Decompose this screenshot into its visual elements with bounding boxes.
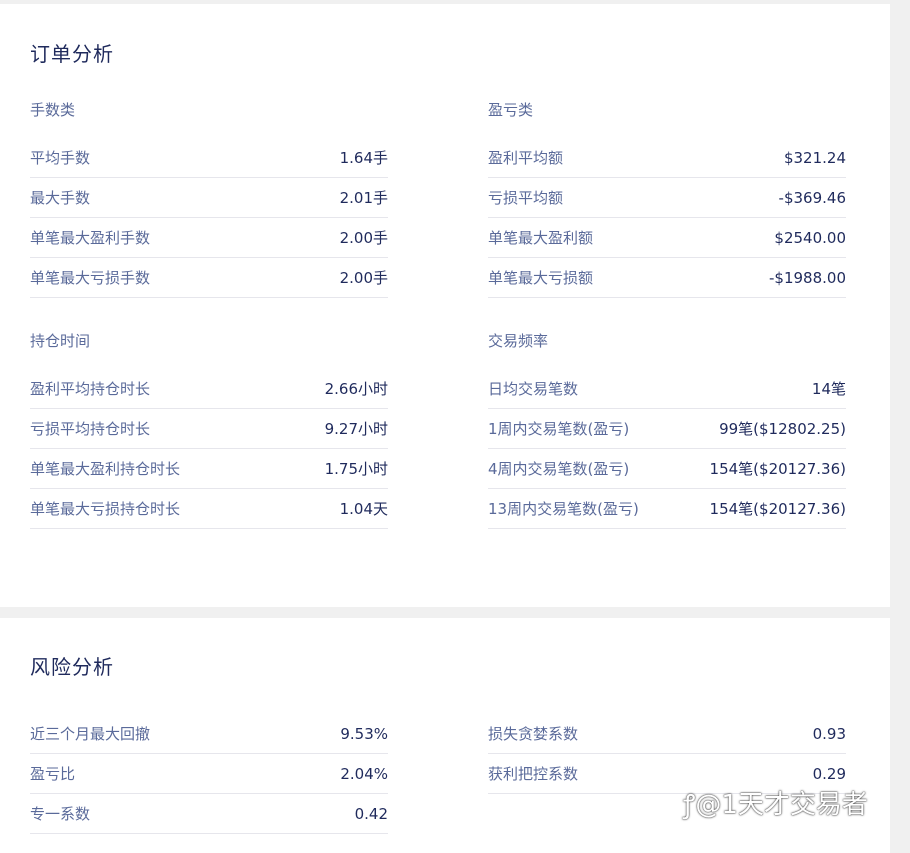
risk-left-list: 近三个月最大回撤 9.53% 盈亏比 2.04% 专一系数 0.42	[30, 714, 388, 834]
lots-section-title: 手数类	[30, 101, 76, 119]
stat-value: 99笔($12802.25)	[719, 420, 846, 438]
stat-value: 0.42	[354, 804, 388, 823]
stat-value: -$1988.00	[769, 268, 846, 287]
stat-row: 单笔最大亏损持仓时长 1.04天	[30, 489, 388, 529]
stat-value: 1.04天	[339, 500, 388, 518]
stat-label: 近三个月最大回撤	[30, 725, 151, 743]
watermark: ꝭ@1天才交易者	[683, 784, 868, 821]
stat-row: 单笔最大盈利额 $2540.00	[488, 218, 846, 258]
stat-row: 亏损平均持仓时长 9.27小时	[30, 409, 388, 449]
stat-row: 盈亏比 2.04%	[30, 754, 388, 794]
stat-row: 13周内交易笔数(盈亏) 154笔($20127.36)	[488, 489, 846, 529]
stat-value: 1.75小时	[324, 460, 388, 478]
stat-label: 日均交易笔数	[488, 380, 579, 398]
stat-row: 单笔最大盈利手数 2.00手	[30, 218, 388, 258]
stat-value: 0.93	[812, 724, 846, 743]
stat-label: 亏损平均持仓时长	[30, 420, 151, 438]
stat-row: 单笔最大亏损额 -$1988.00	[488, 258, 846, 298]
holding-time-section: 持仓时间 盈利平均持仓时长 2.66小时 亏损平均持仓时长 9.27小时 单笔最…	[30, 331, 388, 529]
stat-value: 14笔	[811, 380, 846, 398]
stat-label: 最大手数	[30, 189, 91, 207]
stat-row: 1周内交易笔数(盈亏) 99笔($12802.25)	[488, 409, 846, 449]
stat-row: 4周内交易笔数(盈亏) 154笔($20127.36)	[488, 449, 846, 489]
order-analysis-card: 订单分析 手数类 平均手数 1.64手 最大手数 2.01手 单笔最大盈利手数 …	[0, 4, 890, 607]
stat-label: 专一系数	[30, 805, 91, 823]
holding-time-section-title: 持仓时间	[30, 332, 91, 350]
stat-value: 9.27小时	[324, 420, 388, 438]
watermark-text: @1天才交易者	[695, 790, 868, 820]
stat-label: 盈利平均额	[488, 149, 564, 167]
stat-label: 单笔最大亏损手数	[30, 269, 151, 287]
stat-row: 日均交易笔数 14笔	[488, 369, 846, 409]
stat-value: 9.53%	[340, 724, 388, 743]
stat-row: 盈利平均额 $321.24	[488, 138, 846, 178]
risk-right-list: 损失贪婪系数 0.93 获利把控系数 0.29	[488, 714, 846, 794]
stat-label: 盈亏比	[30, 765, 76, 783]
watermark-logo-icon: ꝭ	[683, 790, 696, 820]
stat-row: 单笔最大亏损手数 2.00手	[30, 258, 388, 298]
stat-label: 亏损平均额	[488, 189, 564, 207]
stat-label: 单笔最大盈利额	[488, 229, 594, 247]
stat-value: 2.04%	[340, 764, 388, 783]
stat-label: 盈利平均持仓时长	[30, 380, 151, 398]
stat-row: 盈利平均持仓时长 2.66小时	[30, 369, 388, 409]
stat-value: 2.00手	[339, 229, 388, 247]
stat-label: 单笔最大亏损额	[488, 269, 594, 287]
trade-frequency-section: 交易频率 日均交易笔数 14笔 1周内交易笔数(盈亏) 99笔($12802.2…	[488, 331, 846, 529]
stat-value: $321.24	[783, 148, 846, 167]
stat-label: 单笔最大盈利持仓时长	[30, 460, 181, 478]
stat-value: 154笔($20127.36)	[709, 500, 846, 518]
stat-value: 154笔($20127.36)	[709, 460, 846, 478]
stat-value: 0.29	[812, 764, 846, 783]
pnl-section: 盈亏类 盈利平均额 $321.24 亏损平均额 -$369.46 单笔最大盈利额…	[488, 100, 846, 298]
stat-value: 2.00手	[339, 269, 388, 287]
stat-value: 1.64手	[339, 149, 388, 167]
stat-row: 最大手数 2.01手	[30, 178, 388, 218]
stat-value: 2.66小时	[324, 380, 388, 398]
stat-row: 损失贪婪系数 0.93	[488, 714, 846, 754]
stat-label: 13周内交易笔数(盈亏)	[488, 500, 639, 518]
stat-label: 1周内交易笔数(盈亏)	[488, 420, 630, 438]
stat-label: 单笔最大盈利手数	[30, 229, 151, 247]
stat-label: 单笔最大亏损持仓时长	[30, 500, 181, 518]
stat-label: 获利把控系数	[488, 765, 579, 783]
stat-label: 平均手数	[30, 149, 91, 167]
lots-section: 手数类 平均手数 1.64手 最大手数 2.01手 单笔最大盈利手数 2.00手…	[30, 100, 388, 298]
stat-label: 4周内交易笔数(盈亏)	[488, 460, 630, 478]
stat-value: $2540.00	[774, 228, 846, 247]
stat-row: 近三个月最大回撤 9.53%	[30, 714, 388, 754]
stat-value: -$369.46	[778, 188, 846, 207]
stat-row: 专一系数 0.42	[30, 794, 388, 834]
stat-row: 亏损平均额 -$369.46	[488, 178, 846, 218]
stat-row: 平均手数 1.64手	[30, 138, 388, 178]
pnl-section-title: 盈亏类	[488, 101, 534, 119]
stat-label: 损失贪婪系数	[488, 725, 579, 743]
stat-row: 单笔最大盈利持仓时长 1.75小时	[30, 449, 388, 489]
stat-value: 2.01手	[339, 189, 388, 207]
order-analysis-title: 订单分析	[30, 42, 114, 66]
trade-frequency-section-title: 交易频率	[488, 332, 549, 350]
risk-analysis-title: 风险分析	[30, 655, 114, 679]
